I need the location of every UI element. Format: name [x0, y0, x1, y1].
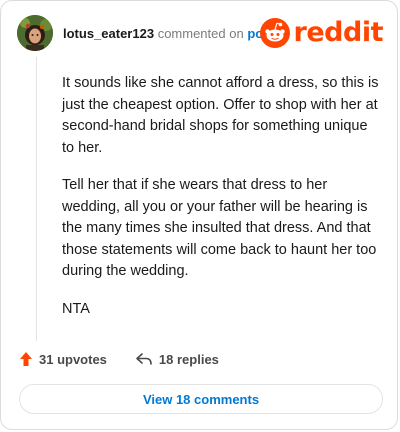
avatar-image: [17, 15, 53, 51]
replies-count: 18 replies: [158, 351, 219, 367]
comment-card: lotus_eater123 commented on post reddit …: [0, 0, 398, 430]
thread-line[interactable]: [36, 57, 37, 341]
reply-arrow-icon: [136, 353, 152, 365]
reddit-logo[interactable]: reddit: [259, 17, 384, 49]
comment-paragraph: It sounds like she cannot afford a dress…: [62, 75, 379, 156]
comment-header: lotus_eater123 commented on post reddit: [17, 15, 384, 51]
user-avatar[interactable]: [17, 15, 53, 51]
view-comments-label: View 18 comments: [142, 391, 260, 407]
username-link[interactable]: lotus_eater123: [63, 26, 154, 41]
byline-action-text: commented on: [157, 26, 244, 41]
upvote-arrow-icon: [20, 352, 32, 366]
replies-button[interactable]: 18 replies: [135, 352, 219, 367]
comment-paragraph: NTA: [62, 300, 90, 317]
view-comments-button[interactable]: View 18 comments: [19, 384, 383, 414]
upvote-button[interactable]: 31 upvotes: [19, 351, 107, 367]
reddit-wordmark: reddit: [293, 17, 384, 48]
reddit-snoo-icon: [259, 18, 290, 48]
upvote-count: 31 upvotes: [39, 351, 107, 367]
comment-actions: 31 upvotes 18 replies: [19, 348, 219, 370]
comment-body: It sounds like she cannot afford a dress…: [62, 73, 382, 336]
comment-paragraph: Tell her that if she wears that dress to…: [62, 177, 377, 279]
comment-byline: lotus_eater123 commented on post: [63, 26, 275, 41]
